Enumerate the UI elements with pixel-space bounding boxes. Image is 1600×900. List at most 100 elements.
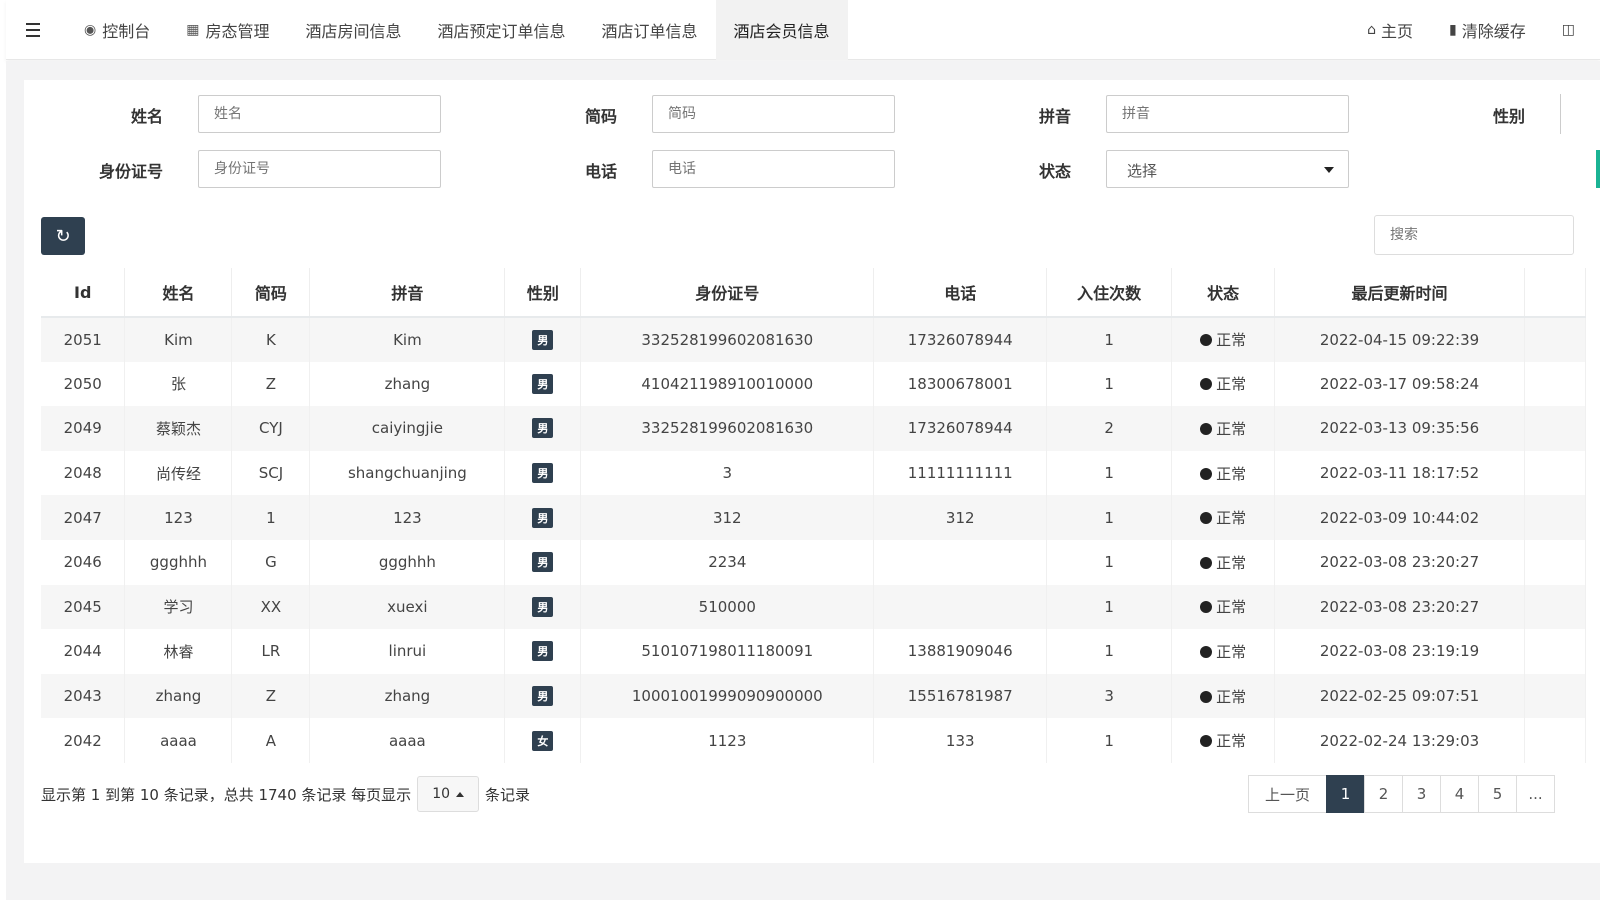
cell-pinyin: shangchuanjing	[309, 450, 506, 496]
pinyin-input[interactable]	[1106, 95, 1349, 133]
status-dot-icon	[1200, 601, 1213, 614]
cell-updated: 2022-03-08 23:20:27	[1274, 584, 1525, 630]
page-button-3[interactable]: 3	[1402, 775, 1442, 813]
table-row[interactable]: 2047 123 1 123 男 312 312 1 正常 2022-03-09 10:44:02	[41, 495, 1587, 540]
cell-stays: 1	[1046, 361, 1173, 407]
gender-badge: 男	[532, 596, 554, 617]
col-header-actions	[1524, 268, 1587, 318]
status-text: 正常	[1216, 598, 1247, 617]
cell-phone: 13881909046	[873, 629, 1048, 674]
cell-updated: 2022-03-11 18:17:52	[1274, 450, 1525, 496]
cell-status: 正常	[1171, 539, 1276, 585]
page-ellipsis[interactable]: ...	[1516, 775, 1556, 813]
status-dot-icon	[1200, 378, 1213, 391]
cell-id: 2045	[41, 584, 126, 630]
clear-cache-button[interactable]: ▮ 清除缓存	[1449, 18, 1526, 42]
status-text: 正常	[1216, 375, 1247, 394]
table-row[interactable]: 2043 zhang Zzhang 男 10001001999090900000 1551…	[41, 673, 1587, 719]
home-label: 主页	[1381, 22, 1414, 41]
gender-select[interactable]	[1560, 94, 1600, 134]
cell-idcard: 410421198910010000	[580, 361, 875, 407]
cell-status: 正常	[1171, 495, 1276, 540]
col-header-stays[interactable]: 入住次数	[1046, 268, 1173, 318]
col-header-name[interactable]: 姓名	[124, 268, 233, 318]
cell-gender: 男	[504, 361, 582, 407]
page-button-5[interactable]: 5	[1478, 775, 1518, 813]
table-row[interactable]: 2048 尚传经 SCJ shangchuanjing 男 3 11111111111 1 正常…	[41, 450, 1587, 496]
pagination-info: 显示第 1 到第 10 条记录，总共 1740 条记录 每页显示 10 条记录	[41, 776, 530, 812]
status-dot-icon	[1200, 556, 1213, 569]
cell-code: 1	[231, 495, 311, 540]
refresh-icon: ↻	[55, 225, 71, 247]
tab-dashboard[interactable]: ◉ 控制台	[66, 0, 168, 60]
cell-stays: 1	[1046, 450, 1173, 496]
cell-updated: 2022-04-15 09:22:39	[1274, 317, 1525, 362]
refresh-button[interactable]: ↻	[41, 217, 85, 255]
table-search-input[interactable]	[1374, 215, 1574, 255]
cell-actions	[1524, 539, 1587, 585]
gender-badge: 男	[532, 463, 554, 484]
cell-code: SCJ	[231, 450, 311, 496]
gender-badge: 男	[532, 552, 554, 573]
cell-idcard: 510107198011180091	[580, 629, 875, 674]
cell-code: LR	[231, 629, 311, 674]
table-row[interactable]: 2044 林睿 LR linrui 男 510107198011180091 1388190…	[41, 629, 1587, 674]
status-select[interactable]: 选择	[1106, 150, 1349, 188]
page-button-2[interactable]: 2	[1364, 775, 1404, 813]
name-input[interactable]	[198, 95, 441, 133]
col-header-id[interactable]: Id	[41, 268, 126, 318]
phone-input[interactable]	[652, 150, 895, 188]
cell-pinyin: zhang	[309, 361, 506, 407]
cell-id: 2051	[41, 317, 126, 362]
prev-page-button[interactable]: 上一页	[1248, 775, 1328, 813]
cell-phone	[873, 584, 1048, 630]
cell-gender: 男	[504, 584, 582, 630]
code-input[interactable]	[652, 95, 895, 133]
col-header-code[interactable]: 简码	[231, 268, 311, 318]
phone-label: 电话	[584, 162, 617, 181]
col-header-updated[interactable]: 最后更新时间	[1274, 268, 1525, 318]
page-button-1[interactable]: 1	[1326, 775, 1366, 813]
cell-idcard: 10001001999090900000	[580, 673, 875, 719]
tab-members[interactable]: 酒店会员信息	[715, 0, 848, 60]
col-header-idcard[interactable]: 身份证号	[580, 268, 875, 318]
cell-idcard: 332528199602081630	[580, 317, 875, 362]
col-header-status[interactable]: 状态	[1171, 268, 1276, 318]
cell-pinyin: aaaa	[309, 718, 506, 763]
hamburger-menu-icon[interactable]	[26, 20, 50, 40]
pagination: 上一页 1 2 3 4 5 ...	[1248, 775, 1556, 813]
col-header-phone[interactable]: 电话	[873, 268, 1048, 318]
idcard-input[interactable]	[198, 150, 441, 188]
fullscreen-button[interactable]: ◫	[1562, 22, 1580, 38]
cell-status: 正常	[1171, 629, 1276, 674]
search-button-edge[interactable]	[1596, 150, 1600, 188]
idcard-label: 身份证号	[98, 162, 163, 181]
table-row[interactable]: 2045 学习 XX xuexi 男 510000 1 正常 2022-03-08 23:20:…	[41, 584, 1587, 630]
cell-name: 蔡颖杰	[124, 406, 233, 451]
cell-idcard: 3	[580, 450, 875, 496]
table-row[interactable]: 2046 ggghhh Gggghhh 男 2234 1 正常 2022-03-08 23:2…	[41, 539, 1587, 585]
page-size-dropdown[interactable]: 10	[417, 776, 480, 812]
cell-idcard: 1123	[580, 718, 875, 763]
nav-tabs: ◉ 控制台 ▦ 房态管理 酒店房间信息 酒店预定订单信息 酒店订单信息 酒店会员信息	[66, 0, 848, 60]
tab-orders[interactable]: 酒店订单信息	[584, 0, 716, 60]
tab-reservations[interactable]: 酒店预定订单信息	[420, 0, 584, 60]
col-header-gender[interactable]: 性别	[504, 268, 582, 318]
tab-hotel-rooms[interactable]: 酒店房间信息	[287, 0, 419, 60]
clear-cache-label: 清除缓存	[1461, 22, 1526, 41]
members-table: Id 姓名 简码 拼音 性别 身份证号 电话 入住次数 状态 最后更新时间 20…	[41, 268, 1587, 763]
table-row[interactable]: 2050 张 Zzhang 男 410421198910010000 1830067800…	[41, 361, 1587, 407]
page-button-4[interactable]: 4	[1440, 775, 1480, 813]
table-row[interactable]: 2051 Kim K Kim 男 332528199602081630 1732607894…	[41, 317, 1587, 362]
col-header-pinyin[interactable]: 拼音	[309, 268, 506, 318]
table-row[interactable]: 2049 蔡颖杰 CYJ caiyingjie 男 332528199602081630 1…	[41, 406, 1587, 451]
cell-actions	[1524, 317, 1587, 362]
right-tools: ⌂ 主页 ▮ 清除缓存 ◫	[1331, 0, 1580, 60]
table-row[interactable]: 2042 aaaa Aaaaa 女 1123 133 1 正常 2022-02-24 13:29…	[41, 718, 1587, 763]
cell-name: zhang	[124, 673, 233, 719]
tab-room-status[interactable]: ▦ 房态管理	[168, 0, 287, 60]
home-link[interactable]: ⌂ 主页	[1367, 18, 1413, 42]
cell-pinyin: zhang	[309, 673, 506, 719]
gender-badge: 男	[532, 507, 554, 528]
app-frame: ◉ 控制台 ▦ 房态管理 酒店房间信息 酒店预定订单信息 酒店订单信息 酒店会员信息…	[0, 0, 1600, 900]
